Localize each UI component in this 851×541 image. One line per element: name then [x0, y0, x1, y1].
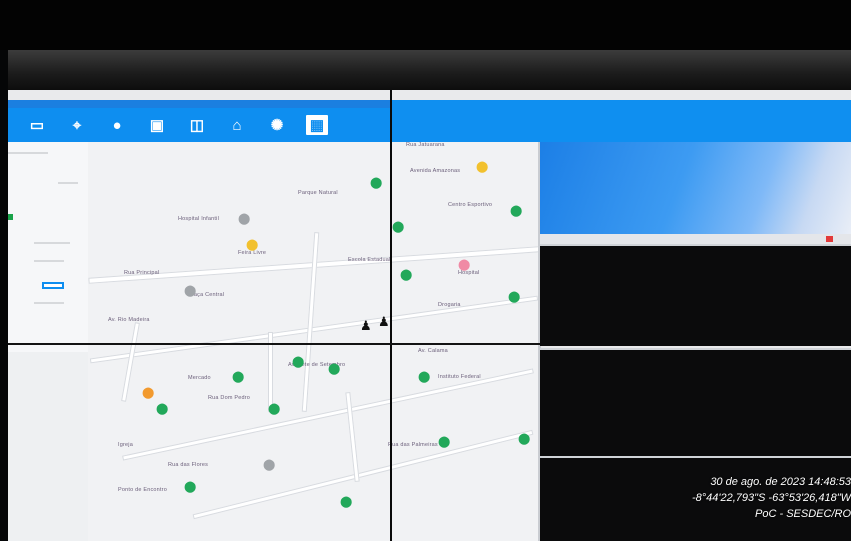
map-pin[interactable]: ⬤: [438, 437, 450, 448]
map-pin[interactable]: ⬤: [340, 497, 352, 508]
person-marker-icon[interactable]: ♟: [360, 318, 372, 334]
screen-icon[interactable]: ◫: [186, 115, 208, 135]
panel-button[interactable]: [42, 282, 64, 289]
map-pin[interactable]: ⬤: [418, 372, 430, 383]
unlock-icon[interactable]: ⌂: [226, 115, 248, 135]
map-pin[interactable]: ⬤: [400, 270, 412, 281]
side-panel: [8, 142, 88, 352]
monitor-frame: [8, 50, 851, 90]
map-pin[interactable]: ⬤: [370, 178, 382, 189]
screen-seam-vertical: [390, 90, 392, 541]
grid-icon[interactable]: ▦: [306, 115, 328, 135]
camera-panel-1-statusbar: [540, 234, 851, 244]
toolbar: ▭ ⌖ ● ▣ ◫ ⌂ ✺ ▦: [8, 108, 391, 142]
map-pin[interactable]: ⬤: [238, 214, 250, 225]
map-view[interactable]: Parque Natural Hospital Infantil Feira L…: [88, 142, 540, 541]
camera-panel-1[interactable]: [540, 142, 851, 234]
user-icon[interactable]: ●: [106, 115, 128, 135]
menu-bar: [8, 100, 391, 108]
map-icon[interactable]: ▭: [26, 115, 48, 135]
map-pin[interactable]: ⬤: [508, 292, 520, 303]
map-pin[interactable]: ⬤: [246, 240, 258, 251]
map-pin[interactable]: ⬤: [510, 206, 522, 217]
map-pin[interactable]: ⬤: [156, 404, 168, 415]
gear-icon[interactable]: ✺: [266, 115, 288, 135]
map-pin[interactable]: ⬤: [232, 372, 244, 383]
osd-coordinates: -8°44'22,793"S -63°53'26,418"W: [691, 492, 851, 504]
monitor-bezel-top: [0, 0, 851, 50]
map-pin[interactable]: ⬤: [476, 162, 488, 173]
map-pin[interactable]: ⬤: [184, 286, 196, 297]
person-marker-icon[interactable]: ♟: [378, 314, 390, 330]
map-pin[interactable]: ⬤: [268, 404, 280, 415]
map-pin[interactable]: ⬤: [518, 434, 530, 445]
map-pin[interactable]: ⬤: [292, 357, 304, 368]
monitor-icon[interactable]: ▣: [146, 115, 168, 135]
status-indicator: [8, 214, 13, 220]
screen-seam-horizontal: [8, 343, 540, 345]
camera-panel-2[interactable]: [540, 244, 851, 346]
secondary-toolbar: [392, 100, 851, 142]
map-pin[interactable]: ⬤: [328, 364, 340, 375]
map-pin[interactable]: ⬤: [263, 460, 275, 471]
map-left-area: [8, 352, 88, 541]
map-pin[interactable]: ⬤: [142, 388, 154, 399]
map-pin[interactable]: ⬤: [392, 222, 404, 233]
osd-datetime: 30 de ago. de 2023 14:48:53: [710, 476, 851, 488]
osd-tag: PoC - SESDEC/RO: [755, 508, 851, 520]
camera-panel-3[interactable]: [540, 348, 851, 456]
video-wall: ▭ ⌖ ● ▣ ◫ ⌂ ✺ ▦ Parque Natural Hospital …: [8, 90, 851, 541]
crosshair-icon[interactable]: ⌖: [66, 115, 88, 135]
map-pin[interactable]: ⬤: [184, 482, 196, 493]
close-icon[interactable]: [826, 236, 833, 242]
camera-panel-4[interactable]: 30 de ago. de 2023 14:48:53 -8°44'22,793…: [540, 456, 851, 541]
